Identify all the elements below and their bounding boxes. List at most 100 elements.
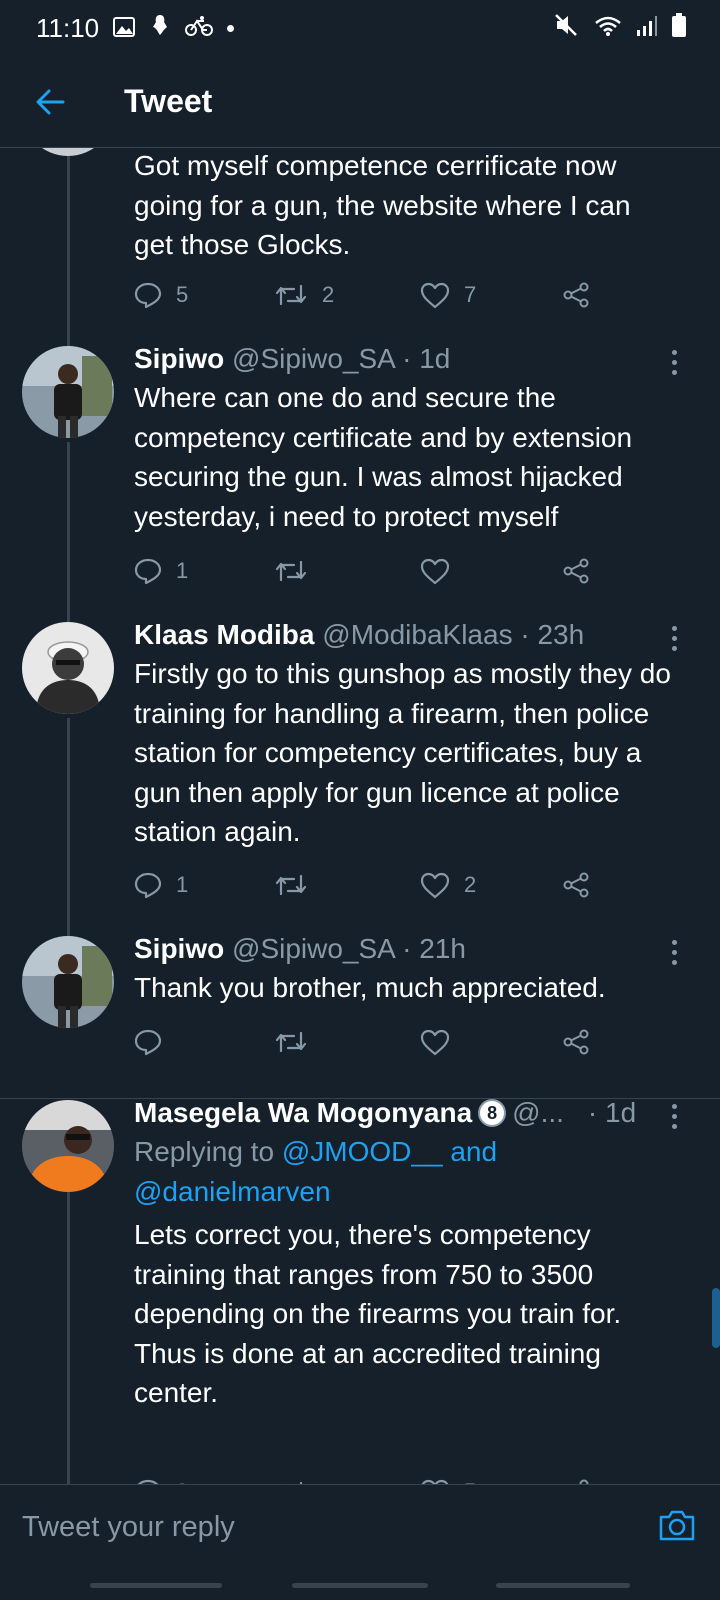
cycling-notification-icon bbox=[185, 13, 214, 44]
replying-to-label: Replying to bbox=[134, 1136, 282, 1167]
tweet-text: Got myself competence cerrificate now go… bbox=[134, 150, 631, 260]
nav-home-button[interactable] bbox=[292, 1583, 428, 1588]
tweet-time: · 23h bbox=[520, 619, 585, 650]
avatar[interactable] bbox=[22, 148, 114, 156]
page-title: Tweet bbox=[124, 83, 213, 119]
reply-count: 1 bbox=[176, 872, 189, 897]
tweet-header: Sipiwo @Sipiwo_SA · 21h bbox=[134, 930, 676, 968]
camera-icon bbox=[659, 1510, 695, 1541]
like-button[interactable]: 5 bbox=[420, 1472, 476, 1484]
replying-to-users[interactable]: @JMOOD__ and bbox=[282, 1136, 497, 1167]
header: Tweet bbox=[0, 56, 720, 148]
reply-button[interactable]: 3 bbox=[134, 1472, 188, 1484]
more-notifications-dot bbox=[227, 24, 235, 32]
reply-button[interactable]: 1 bbox=[134, 551, 188, 591]
tweet-time: · 1d bbox=[402, 343, 451, 374]
like-icon bbox=[420, 872, 450, 899]
thread-connector bbox=[67, 148, 70, 346]
battery-icon bbox=[672, 12, 686, 44]
reply-button[interactable]: 5 bbox=[134, 275, 188, 315]
share-button[interactable] bbox=[562, 275, 590, 315]
replying-to-user[interactable]: @danielmarven bbox=[134, 1176, 331, 1207]
tweet-text: Thank you brother, much appreciated. bbox=[134, 972, 606, 1003]
retweet-icon bbox=[275, 1031, 307, 1053]
share-icon bbox=[563, 558, 589, 584]
author-handle[interactable]: @... bbox=[512, 1094, 564, 1132]
share-button[interactable] bbox=[562, 865, 590, 905]
tweet-time: · 21h bbox=[402, 933, 466, 964]
like-count: 7 bbox=[464, 282, 477, 307]
status-bar: 11:10 bbox=[0, 0, 720, 56]
tweet-actions: 1 bbox=[134, 551, 634, 591]
signal-icon bbox=[636, 13, 658, 44]
wifi-icon bbox=[594, 13, 622, 44]
badge-icon: 8 bbox=[478, 1099, 507, 1127]
avatar[interactable] bbox=[22, 936, 114, 1028]
retweet-button[interactable] bbox=[274, 865, 308, 905]
author-handle[interactable]: @Sipiwo_SA bbox=[232, 343, 394, 374]
app-notification-icon bbox=[149, 13, 171, 44]
tweet-text: Where can one do and secure the competen… bbox=[134, 382, 633, 532]
share-button[interactable] bbox=[562, 1022, 590, 1062]
reply-icon bbox=[134, 1029, 162, 1056]
author-name[interactable]: Klaas Modiba bbox=[134, 619, 314, 650]
mute-icon bbox=[554, 13, 580, 44]
tweet-actions: 3 5 bbox=[134, 1472, 634, 1484]
back-button[interactable] bbox=[0, 56, 100, 148]
like-button[interactable] bbox=[420, 1022, 450, 1062]
replying-to-line-2: @danielmarven bbox=[134, 1172, 676, 1212]
retweet-icon bbox=[275, 874, 307, 896]
tweet-time: · 1d bbox=[587, 1097, 637, 1128]
author-name[interactable]: Sipiwo bbox=[134, 933, 224, 964]
back-arrow-icon bbox=[36, 89, 65, 114]
system-nav-bar bbox=[0, 1570, 720, 1600]
author-name[interactable]: Sipiwo bbox=[134, 343, 224, 374]
like-button[interactable] bbox=[420, 551, 450, 591]
retweet-button[interactable] bbox=[274, 551, 308, 591]
author-handle[interactable]: @ModibaKlaas bbox=[322, 619, 512, 650]
like-button[interactable]: 7 bbox=[420, 275, 476, 315]
share-button[interactable] bbox=[562, 551, 590, 591]
reply-input[interactable]: Tweet your reply bbox=[22, 1511, 235, 1544]
share-icon bbox=[563, 1029, 589, 1055]
like-icon bbox=[420, 1029, 450, 1056]
avatar[interactable] bbox=[22, 622, 114, 714]
avatar[interactable] bbox=[22, 1100, 114, 1192]
like-count: 2 bbox=[464, 872, 477, 897]
tweet-header: Sipiwo @Sipiwo_SA · 1d bbox=[134, 340, 676, 378]
retweet-button[interactable] bbox=[274, 1472, 308, 1484]
tweet-text: Firstly go to this gunshop as mostly the… bbox=[134, 658, 671, 847]
retweet-icon bbox=[275, 560, 307, 582]
reply-icon bbox=[134, 282, 162, 309]
author-handle[interactable]: @Sipiwo_SA bbox=[232, 933, 394, 964]
avatar[interactable] bbox=[22, 346, 114, 438]
scrollbar-thumb[interactable] bbox=[712, 1288, 720, 1348]
tweet-actions bbox=[134, 1022, 634, 1062]
retweet-count: 2 bbox=[322, 282, 335, 307]
retweet-icon bbox=[275, 284, 307, 306]
tweet-actions: 1 2 bbox=[134, 865, 634, 905]
retweet-button[interactable]: 2 bbox=[274, 275, 334, 315]
tweet-thread[interactable]: Got myself competence cerrificate now go… bbox=[0, 148, 720, 1484]
status-time: 11:10 bbox=[36, 12, 100, 43]
thread-connector bbox=[67, 1192, 70, 1484]
reply-button[interactable]: 1 bbox=[134, 865, 188, 905]
like-button[interactable]: 2 bbox=[420, 865, 476, 905]
camera-button[interactable] bbox=[658, 1508, 696, 1547]
nav-back-button[interactable] bbox=[496, 1583, 630, 1588]
like-icon bbox=[420, 282, 450, 309]
reply-icon bbox=[134, 872, 162, 899]
share-icon bbox=[563, 872, 589, 898]
tweet-header: Klaas Modiba @ModibaKlaas · 23h bbox=[134, 616, 676, 654]
reply-count: 1 bbox=[176, 558, 189, 583]
reply-count: 5 bbox=[176, 282, 189, 307]
share-button[interactable] bbox=[562, 1472, 590, 1484]
reply-composer[interactable]: Tweet your reply bbox=[0, 1484, 720, 1570]
nav-recents-button[interactable] bbox=[90, 1583, 222, 1588]
tweet-actions: 5 2 7 bbox=[134, 275, 634, 315]
author-name[interactable]: Masegela Wa Mogonyana bbox=[134, 1094, 472, 1132]
retweet-button[interactable] bbox=[274, 1022, 308, 1062]
tweet-header: Masegela Wa Mogonyana 8 @... · 1d bbox=[134, 1094, 676, 1132]
thread-connector bbox=[67, 718, 70, 936]
reply-button[interactable] bbox=[134, 1022, 162, 1062]
